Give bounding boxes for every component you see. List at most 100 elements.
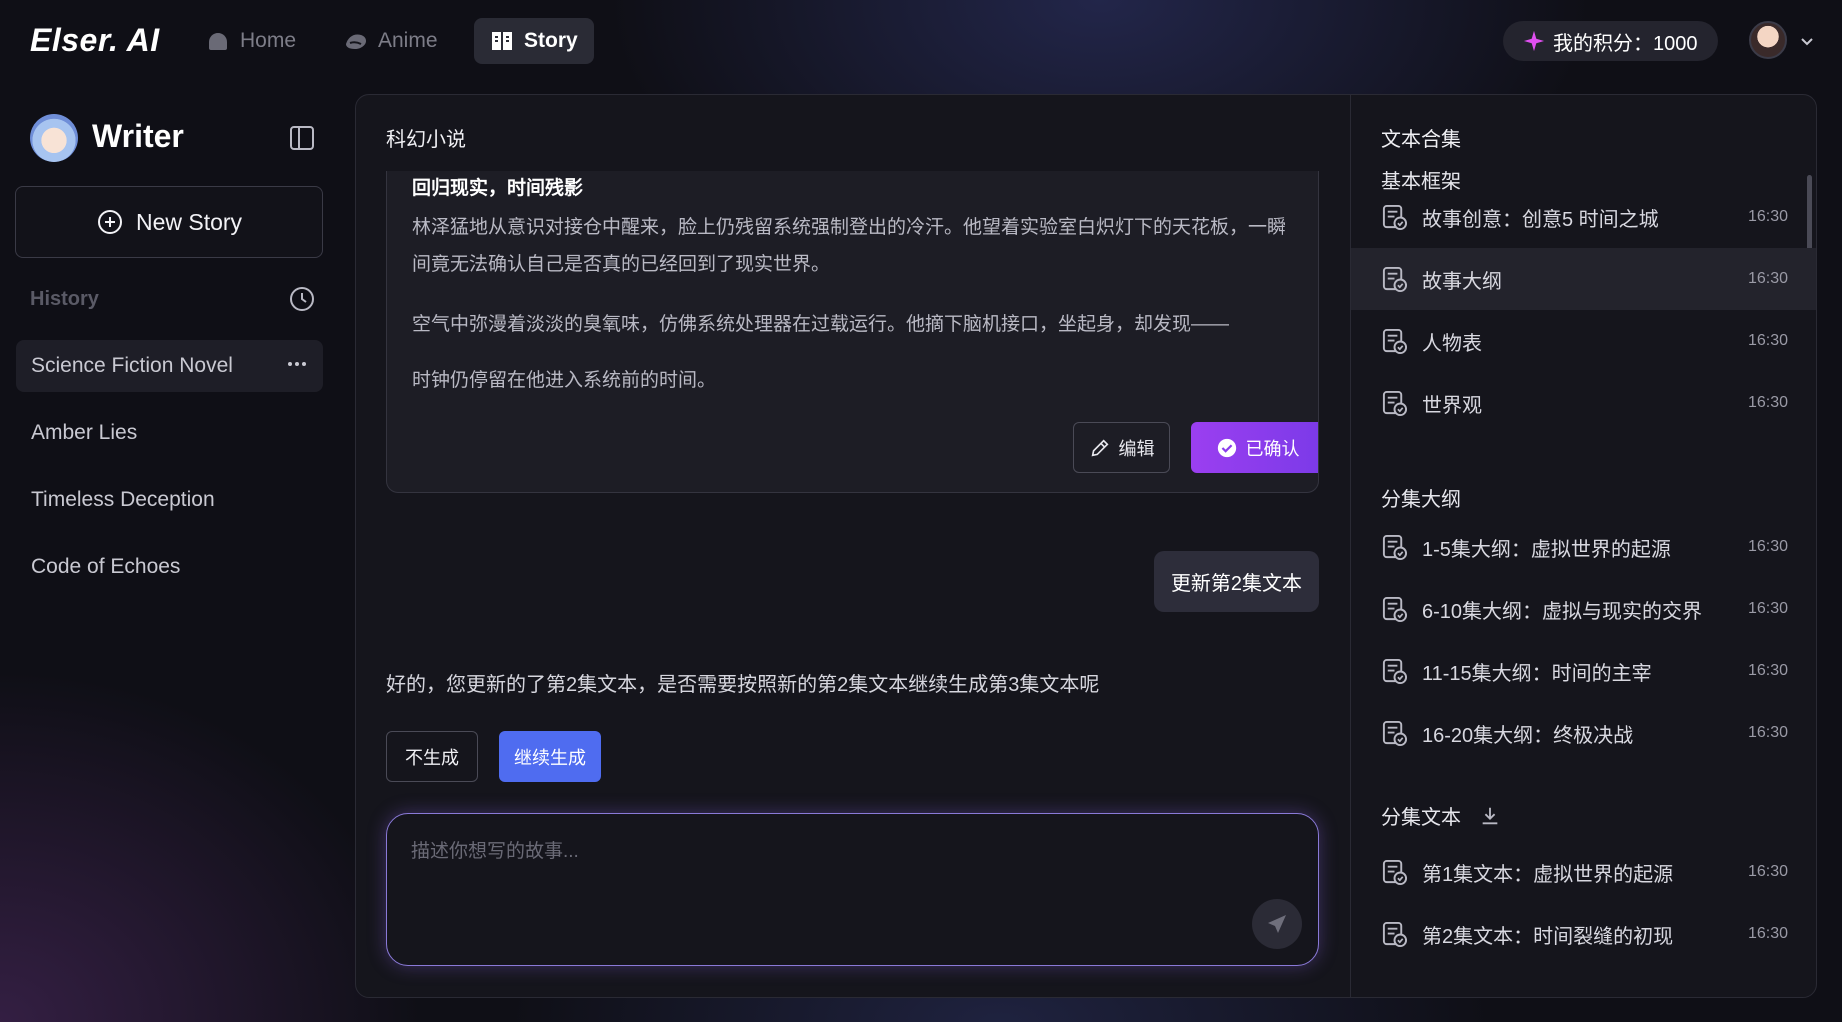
anime-icon: [346, 34, 366, 49]
confirmed-label: 已确认: [1245, 438, 1300, 459]
collection-item-title: 1-5集大纲：虚拟世界的起源: [1422, 538, 1671, 561]
top-navigation-bar: Elser. AI Home Anime Story 我的积分：1000: [0, 0, 1842, 80]
plus-circle-icon: [97, 210, 122, 234]
story-paragraph: 时钟仍停留在他进入系统前的时间。: [412, 370, 717, 391]
collection-item[interactable]: 6-10集大纲：虚拟与现实的交界 16:30: [1351, 578, 1816, 640]
pencil-icon: [1091, 438, 1109, 456]
document-check-icon: [1382, 266, 1408, 292]
collection-item[interactable]: 11-15集大纲：时间的主宰 16:30: [1351, 640, 1816, 702]
history-item-label: Timeless Deception: [31, 488, 215, 511]
sparkle-icon: [1523, 30, 1545, 52]
download-icon[interactable]: [1479, 805, 1501, 827]
points-text: 我的积分：1000: [1553, 32, 1698, 55]
collection-item[interactable]: 世界观 16:30: [1351, 372, 1816, 434]
writer-avatar: [30, 114, 78, 162]
story-paragraph: 林泽猛地从意识对接仓中醒来，脸上仍残留系统强制登出的冷汗。他望着实验室白炽灯下的…: [412, 217, 1287, 275]
book-icon: [492, 32, 512, 50]
collection-item-time: 16:30: [1747, 863, 1788, 880]
app-logo[interactable]: Elser. AI: [30, 22, 160, 59]
story-input-box[interactable]: 描述你想写的故事...: [386, 813, 1319, 966]
history-item[interactable]: Science Fiction Novel: [16, 340, 323, 392]
collection-item[interactable]: 故事创意：创意5 时间之城 16:30: [1351, 186, 1816, 248]
nav-anime-label: Anime: [378, 29, 438, 52]
collection-item[interactable]: 第1集文本：虚拟世界的起源 16:30: [1351, 841, 1816, 903]
collection-item[interactable]: 16-20集大纲：终极决战 16:30: [1351, 702, 1816, 764]
history-label: History: [30, 288, 99, 310]
history-item[interactable]: Timeless Deception: [16, 474, 323, 526]
history-item-label: Science Fiction Novel: [31, 354, 233, 377]
document-check-icon: [1382, 859, 1408, 885]
collection-item-time: 16:30: [1747, 538, 1788, 555]
sidebar-title: Writer: [92, 118, 184, 154]
nav-story[interactable]: Story: [474, 18, 594, 64]
chat-title: 科幻小说: [386, 129, 466, 151]
collection-item-title: 人物表: [1422, 332, 1482, 355]
home-icon: [209, 33, 227, 50]
send-icon: [1268, 915, 1286, 933]
clock-icon[interactable]: [288, 285, 316, 313]
edit-button[interactable]: 编辑: [1073, 422, 1170, 473]
history-item[interactable]: Amber Lies: [16, 407, 323, 459]
assistant-message: 好的，您更新的了第2集文本，是否需要按照新的第2集文本继续生成第3集文本呢: [386, 674, 1100, 696]
collection-item-time: 16:30: [1747, 662, 1788, 679]
new-story-label: New Story: [135, 208, 243, 235]
history-item-label: Amber Lies: [31, 421, 138, 444]
send-button[interactable]: [1252, 899, 1302, 949]
confirmed-button[interactable]: 已确认: [1191, 422, 1318, 473]
user-message: 更新第2集文本: [1154, 551, 1319, 612]
story-paragraph: 空气中弥漫着淡淡的臭氧味，仿佛系统处理器在过载运行。他摘下脑机接口，坐起身，却发…: [412, 314, 1230, 335]
collection-item-title: 故事创意：创意5 时间之城: [1422, 208, 1659, 231]
nav-anime[interactable]: Anime: [328, 18, 454, 64]
more-options-icon[interactable]: [285, 352, 309, 376]
collection-item[interactable]: 1-5集大纲：虚拟世界的起源 16:30: [1351, 516, 1816, 578]
edit-label: 编辑: [1118, 438, 1155, 459]
story-heading: 回归现实，时间残影: [412, 178, 584, 199]
collection-item[interactable]: 第2集文本：时间裂缝的初现 16:30: [1351, 903, 1816, 965]
new-story-button[interactable]: New Story: [15, 186, 323, 258]
history-item[interactable]: Code of Echoes: [16, 541, 323, 593]
document-check-icon: [1382, 328, 1408, 354]
document-check-icon: [1382, 204, 1408, 230]
collection-item-title: 第1集文本：虚拟世界的起源: [1422, 863, 1674, 886]
history-item-label: Code of Echoes: [31, 555, 181, 578]
main-panel: 科幻小说 回归现实，时间残影 林泽猛地从意识对接仓中醒来，脸上仍残留系统强制登出…: [355, 94, 1817, 998]
collection-item-time: 16:30: [1747, 270, 1788, 287]
collection-item-time: 16:30: [1747, 332, 1788, 349]
collection-title: 文本合集: [1381, 129, 1461, 151]
story-input-placeholder: 描述你想写的故事...: [411, 841, 579, 862]
collection-item-title: 16-20集大纲：终极决战: [1422, 724, 1634, 747]
collection-item-title: 第2集文本：时间裂缝的初现: [1422, 925, 1674, 948]
check-circle-icon: [1217, 438, 1236, 457]
collection-item-time: 16:30: [1747, 724, 1788, 741]
continue-generate-button[interactable]: 继续生成: [499, 731, 601, 782]
chevron-down-icon[interactable]: [1799, 33, 1815, 49]
chat-column: 科幻小说 回归现实，时间残影 林泽猛地从意识对接仓中醒来，脸上仍残留系统强制登出…: [356, 95, 1351, 997]
document-check-icon: [1382, 921, 1408, 947]
document-check-icon: [1382, 596, 1408, 622]
collection-item-time: 16:30: [1747, 600, 1788, 617]
document-check-icon: [1382, 720, 1408, 746]
collection-item[interactable]: 故事大纲 16:30: [1351, 248, 1816, 310]
document-check-icon: [1382, 658, 1408, 684]
collection-item-title: 11-15集大纲：时间的主宰: [1422, 662, 1652, 685]
collection-item-title: 故事大纲: [1422, 270, 1502, 293]
section-label: 分集文本: [1381, 801, 1501, 830]
collection-item-time: 16:30: [1747, 208, 1788, 225]
document-check-icon: [1382, 390, 1408, 416]
nav-home[interactable]: Home: [190, 18, 312, 64]
document-check-icon: [1382, 534, 1408, 560]
collection-item-title: 世界观: [1422, 394, 1482, 417]
section-label: 分集大纲: [1381, 483, 1461, 512]
user-avatar[interactable]: [1749, 21, 1787, 59]
text-collection-panel: 文本合集 基本框架 故事创意：创意5 时间之城 16:30 故事大纲 16:30…: [1351, 95, 1816, 997]
collection-item-time: 16:30: [1747, 925, 1788, 942]
collection-item[interactable]: 人物表 16:30: [1351, 310, 1816, 372]
collection-item-title: 6-10集大纲：虚拟与现实的交界: [1422, 600, 1703, 623]
section-label-text: 分集文本: [1381, 807, 1461, 829]
nav-story-label: Story: [524, 29, 578, 52]
do-not-generate-button[interactable]: 不生成: [386, 731, 478, 782]
sidebar-collapse-icon[interactable]: [288, 124, 316, 152]
section-label-text: 分集大纲: [1381, 489, 1461, 511]
points-badge[interactable]: 我的积分：1000: [1503, 21, 1718, 61]
story-result-card: 回归现实，时间残影 林泽猛地从意识对接仓中醒来，脸上仍残留系统强制登出的冷汗。他…: [386, 171, 1319, 493]
